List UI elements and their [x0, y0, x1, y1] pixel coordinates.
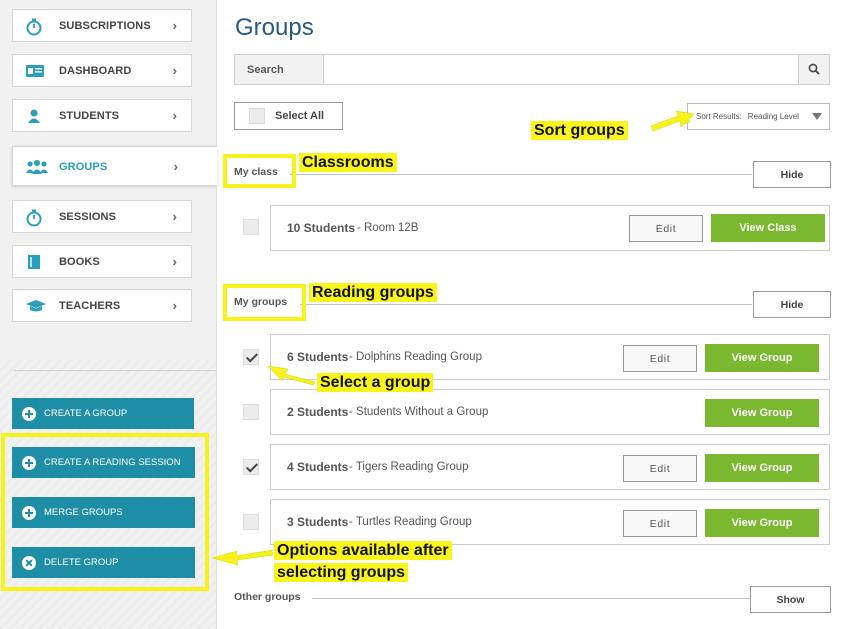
arrow-icon	[211, 110, 695, 566]
callout-arrows	[211, 110, 695, 566]
